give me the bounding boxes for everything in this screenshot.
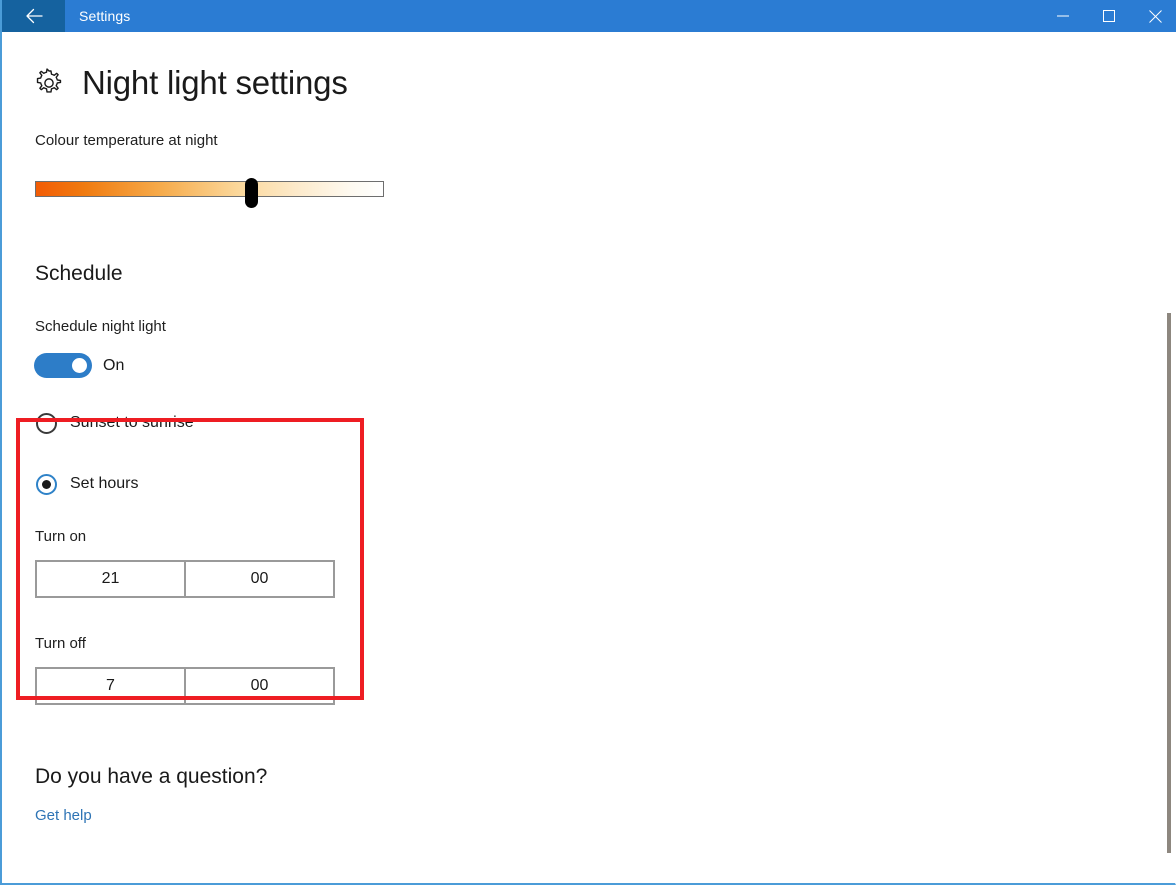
schedule-night-light-toggle[interactable] (34, 353, 92, 378)
radio-set-hours[interactable]: Set hours (36, 473, 138, 495)
title-bar: Settings (2, 0, 1176, 32)
settings-window: Settings Night light settings Colour tem… (0, 0, 1176, 885)
page-header: Night light settings (34, 64, 348, 102)
maximize-button[interactable] (1086, 0, 1132, 32)
red-highlight-box (16, 418, 364, 700)
turn-off-hour-field[interactable]: 7 (35, 667, 186, 705)
schedule-heading: Schedule (35, 262, 123, 285)
radio-dot (42, 479, 51, 489)
turn-off-minute-field[interactable]: 00 (184, 667, 335, 705)
scrollbar-thumb[interactable] (1167, 313, 1171, 853)
toggle-state-label: On (103, 357, 125, 374)
toggle-knob (72, 358, 87, 373)
colour-temperature-slider[interactable] (35, 178, 384, 208)
minimize-icon (1057, 15, 1069, 17)
gear-icon (36, 68, 62, 93)
turn-on-hour-field[interactable]: 21 (35, 560, 186, 598)
maximize-icon (1103, 10, 1115, 22)
radio-button-unselected-icon (36, 412, 57, 434)
turn-off-label: Turn off (35, 635, 86, 652)
turn-on-time-fields: 21 00 (35, 560, 335, 598)
turn-on-label: Turn on (35, 528, 87, 545)
back-button[interactable] (2, 0, 65, 32)
close-icon (1148, 9, 1162, 23)
help-heading: Do you have a question? (35, 765, 268, 788)
slider-thumb[interactable] (245, 178, 258, 208)
close-button[interactable] (1132, 0, 1176, 32)
minimize-button[interactable] (1040, 0, 1086, 32)
radio-sunset-to-sunrise-label: Sunset to sunrise (70, 414, 194, 431)
settings-content: Night light settings Colour temperature … (4, 32, 1176, 883)
get-help-link[interactable]: Get help (35, 806, 92, 826)
turn-off-time-fields: 7 00 (35, 667, 335, 705)
turn-on-minute-field[interactable]: 00 (184, 560, 335, 598)
radio-sunset-to-sunrise[interactable]: Sunset to sunrise (36, 412, 194, 434)
slider-track[interactable] (35, 181, 384, 197)
window-title: Settings (79, 8, 131, 24)
back-arrow-icon (25, 8, 43, 24)
schedule-night-light-label: Schedule night light (35, 318, 166, 335)
page-title: Night light settings (82, 64, 348, 101)
vertical-scrollbar[interactable] (1162, 32, 1176, 883)
radio-set-hours-label: Set hours (70, 475, 139, 492)
colour-temperature-label: Colour temperature at night (35, 132, 218, 149)
radio-button-selected-icon (36, 473, 57, 495)
